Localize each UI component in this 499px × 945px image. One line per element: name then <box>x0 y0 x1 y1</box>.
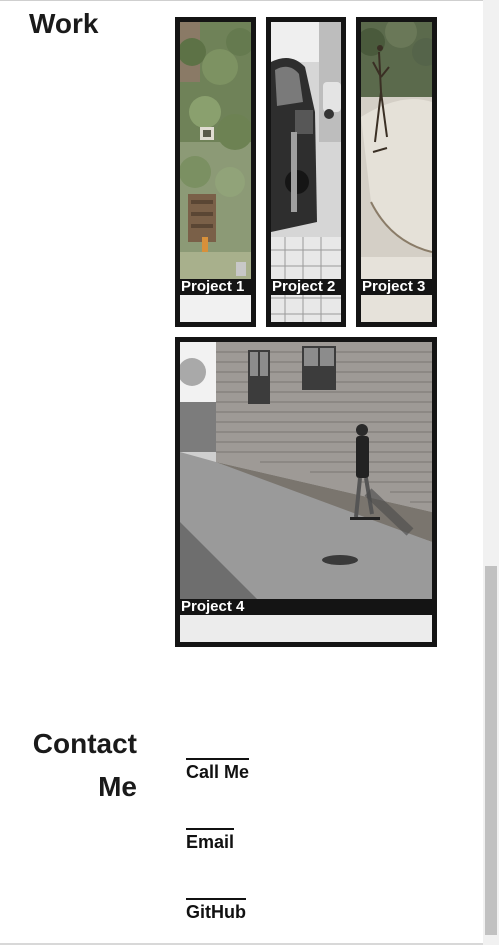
project-card-1[interactable]: Project 1 <box>175 17 256 327</box>
project-card-4[interactable]: Project 4 <box>175 337 437 647</box>
scrollbar-thumb[interactable] <box>485 566 497 935</box>
project-card-3[interactable]: Project 3 <box>356 17 437 327</box>
contact-heading-line-1: Contact <box>32 728 137 759</box>
skateboarder-alley-photo <box>180 342 432 642</box>
project-label: Project 1 <box>180 279 251 295</box>
project-card-2[interactable]: Project 2 <box>266 17 346 327</box>
contact-heading-line-2: Me <box>98 771 137 802</box>
work-heading: Work <box>29 8 99 39</box>
vertical-scrollbar[interactable] <box>483 0 499 945</box>
project-label: Project 2 <box>271 279 341 295</box>
street-car-photo <box>271 22 341 322</box>
skatepark-photo <box>361 22 432 322</box>
project-label: Project 3 <box>361 279 432 295</box>
contact-heading: Contact Me <box>29 722 137 808</box>
email-link[interactable]: Email <box>186 828 235 853</box>
garden-photo <box>180 22 251 322</box>
call-me-link[interactable]: Call Me <box>186 758 250 783</box>
project-label: Project 4 <box>180 599 432 615</box>
github-link[interactable]: GitHub <box>186 898 246 923</box>
top-divider <box>0 0 483 1</box>
